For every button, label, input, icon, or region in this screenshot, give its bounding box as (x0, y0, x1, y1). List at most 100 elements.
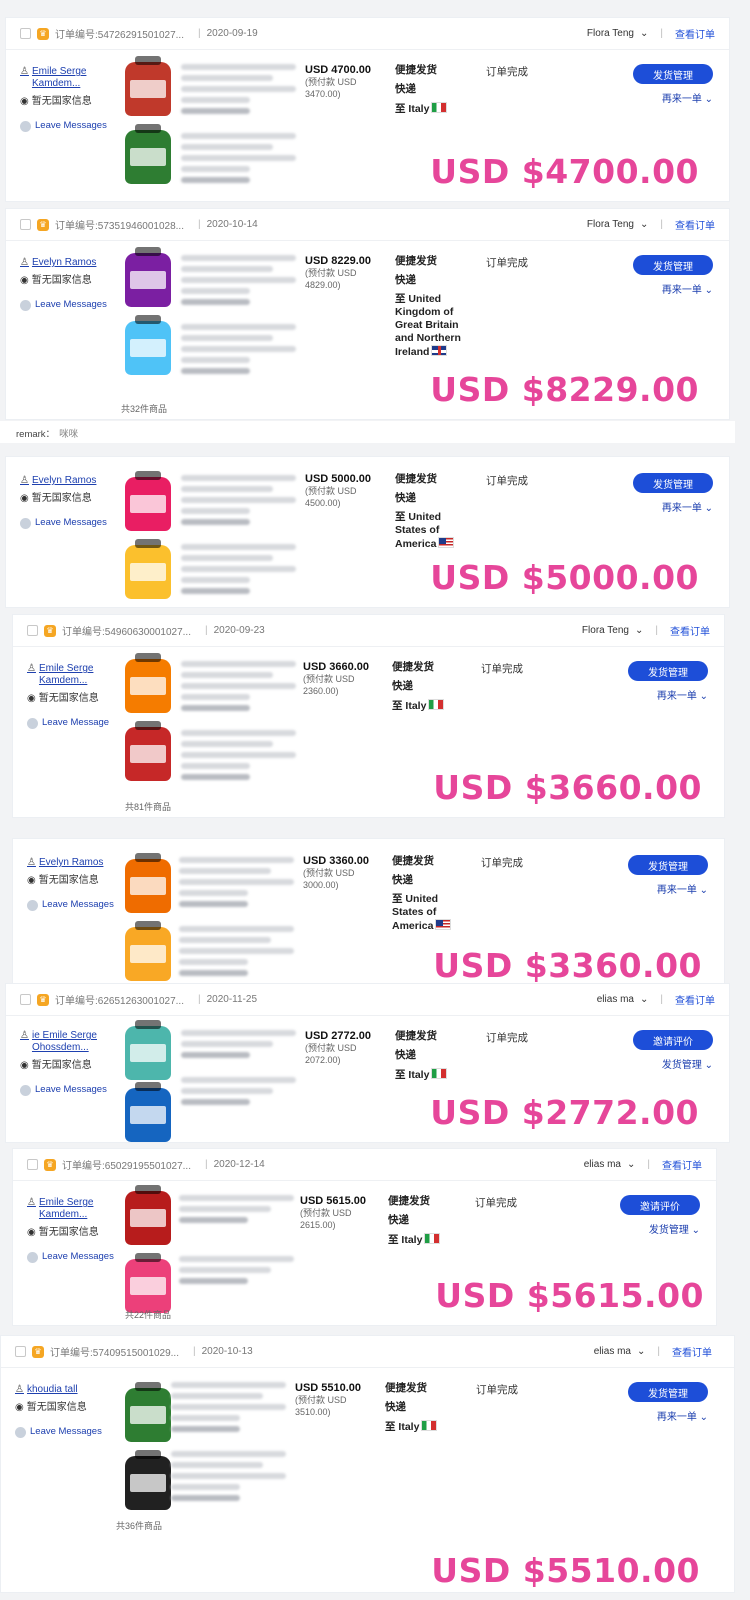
shipping-management-button[interactable]: 发货管理 (633, 255, 713, 275)
shipping-management-button[interactable]: 发货管理 (628, 1382, 708, 1402)
buyer-name[interactable]: khoudia tall (27, 1384, 78, 1396)
order-checkbox[interactable] (20, 994, 31, 1005)
product-image[interactable] (125, 56, 171, 116)
order-amount: USD 5510.00 (295, 1382, 362, 1394)
buyer-name[interactable]: Evelyn Ramos (39, 857, 103, 869)
product-image[interactable] (125, 1382, 171, 1442)
leave-messages-link[interactable]: Leave Messages (35, 120, 107, 132)
staff-select[interactable]: elias ma (594, 1346, 631, 1357)
reorder-link[interactable]: 再来一单 ⌄ (657, 687, 708, 702)
italy-flag-icon (428, 699, 445, 710)
blurred-product-info (171, 1382, 286, 1506)
italy-flag-icon (421, 1420, 438, 1431)
buyer-country: 暂无国家信息 (26, 1402, 87, 1413)
product-image[interactable] (125, 853, 171, 913)
order-card: ♙ Evelyn Ramos ◉ 暂无国家信息 Leave Messages USD… (5, 456, 730, 608)
shipping-management-button[interactable]: 发货管理 (628, 855, 708, 875)
destination: 至 United States of America (392, 893, 439, 932)
crown-icon: ♛ (37, 993, 49, 1006)
order-checkbox[interactable] (20, 28, 31, 39)
order-card: ♙ Evelyn Ramos ◉ 暂无国家信息 Leave Messages USD… (12, 838, 725, 988)
product-image[interactable] (125, 247, 171, 307)
staff-select[interactable]: Flora Teng (587, 28, 634, 39)
leave-messages-link[interactable]: Leave Messages (35, 1084, 107, 1096)
order-status: 订单完成 (475, 1197, 517, 1209)
shipping-speed: 快递 (395, 274, 416, 286)
product-image[interactable] (125, 1253, 171, 1313)
message-icon (27, 899, 38, 911)
order-total: USD $4700.00 (430, 152, 699, 191)
leave-messages-link[interactable]: Leave Messages (35, 299, 107, 311)
buyer-name[interactable]: Emile Serge Kamdem... (39, 1197, 122, 1221)
reorder-link[interactable]: 再来一单 ⌄ (662, 499, 713, 514)
product-image[interactable] (125, 1450, 171, 1510)
buyer-name[interactable]: Emile Serge Kamdem... (32, 66, 115, 90)
blurred-product-info (181, 64, 296, 188)
order-checkbox[interactable] (20, 219, 31, 230)
view-order-link[interactable]: 查看订单 (662, 1157, 702, 1172)
product-image[interactable] (125, 653, 171, 713)
destination: 至 Italy (388, 1234, 423, 1246)
order-checkbox[interactable] (15, 1346, 26, 1357)
product-image[interactable] (125, 471, 171, 531)
leave-messages-link[interactable]: Leave Messages (42, 899, 114, 911)
reorder-link[interactable]: 再来一单 ⌄ (657, 1408, 708, 1423)
buyer-name[interactable]: Evelyn Ramos (32, 475, 96, 487)
product-image[interactable] (125, 315, 171, 375)
shipping-management-button[interactable]: 发货管理 (633, 64, 713, 84)
invite-review-button[interactable]: 邀请评价 (633, 1030, 713, 1050)
shipping-management-link[interactable]: 发货管理 ⌄ (649, 1221, 700, 1236)
product-image[interactable] (125, 124, 171, 184)
product-image[interactable] (125, 1082, 171, 1142)
order-total: USD $3360.00 (433, 946, 702, 985)
invite-review-button[interactable]: 邀请评价 (620, 1195, 700, 1215)
shipping-management-link[interactable]: 发货管理 ⌄ (662, 1056, 713, 1071)
shipping-speed: 快递 (395, 83, 416, 95)
uk-flag-icon (431, 345, 448, 356)
message-icon (20, 120, 31, 132)
view-order-link[interactable]: 查看订单 (670, 623, 710, 638)
order-checkbox[interactable] (27, 1159, 38, 1170)
reorder-link[interactable]: 再来一单 ⌄ (657, 881, 708, 896)
view-order-link[interactable]: 查看订单 (675, 217, 715, 232)
order-total: USD $5510.00 (431, 1551, 700, 1590)
view-order-link[interactable]: 查看订单 (675, 992, 715, 1007)
view-order-link[interactable]: 查看订单 (672, 1344, 712, 1359)
staff-select[interactable]: Flora Teng (587, 219, 634, 230)
product-image[interactable] (125, 1185, 171, 1245)
reorder-link[interactable]: 再来一单 ⌄ (662, 90, 713, 105)
buyer-country: 暂无国家信息 (31, 275, 92, 286)
destination: 至 Italy (395, 103, 430, 115)
order-status: 订单完成 (486, 66, 528, 78)
destination: 至 Italy (395, 1069, 430, 1081)
product-image[interactable] (125, 721, 171, 781)
reorder-link[interactable]: 再来一单 ⌄ (662, 281, 713, 296)
order-card: ♛ 订单编号:62651263001027... | 2020-11-25 el… (5, 983, 730, 1143)
staff-select[interactable]: elias ma (597, 994, 634, 1005)
order-number: 订单编号:62651263001027... (55, 996, 184, 1007)
buyer-name[interactable]: Evelyn Ramos (32, 257, 96, 269)
order-card: ♛ 订单编号:65029195501027... | 2020-12-14 el… (12, 1148, 717, 1326)
leave-messages-link[interactable]: Leave Message (42, 717, 109, 729)
user-icon: ♙ (27, 663, 36, 674)
view-order-link[interactable]: 查看订单 (675, 26, 715, 41)
product-image[interactable] (125, 921, 171, 981)
staff-select[interactable]: elias ma (584, 1159, 621, 1170)
product-image[interactable] (125, 539, 171, 599)
buyer-name[interactable]: ie Emile Serge Ohossdem... (32, 1030, 115, 1054)
leave-messages-link[interactable]: Leave Messages (35, 517, 107, 529)
order-status: 订单完成 (486, 475, 528, 487)
order-amount: USD 3360.00 (303, 855, 370, 867)
leave-messages-link[interactable]: Leave Messages (42, 1251, 114, 1263)
shipping-management-button[interactable]: 发货管理 (633, 473, 713, 493)
buyer-name[interactable]: Emile Serge Kamdem... (39, 663, 122, 687)
leave-messages-link[interactable]: Leave Messages (30, 1426, 102, 1438)
order-card: ♛ 订单编号:54726291501027... | 2020-09-19 Fl… (5, 17, 730, 202)
order-checkbox[interactable] (27, 625, 38, 636)
staff-select[interactable]: Flora Teng (582, 625, 629, 636)
prepaid-label: (预付款 USD (305, 1043, 357, 1053)
product-image[interactable] (125, 1020, 171, 1080)
remark-value: 咪咪 (59, 429, 79, 440)
shipping-management-button[interactable]: 发货管理 (628, 661, 708, 681)
italy-flag-icon (431, 1068, 448, 1079)
